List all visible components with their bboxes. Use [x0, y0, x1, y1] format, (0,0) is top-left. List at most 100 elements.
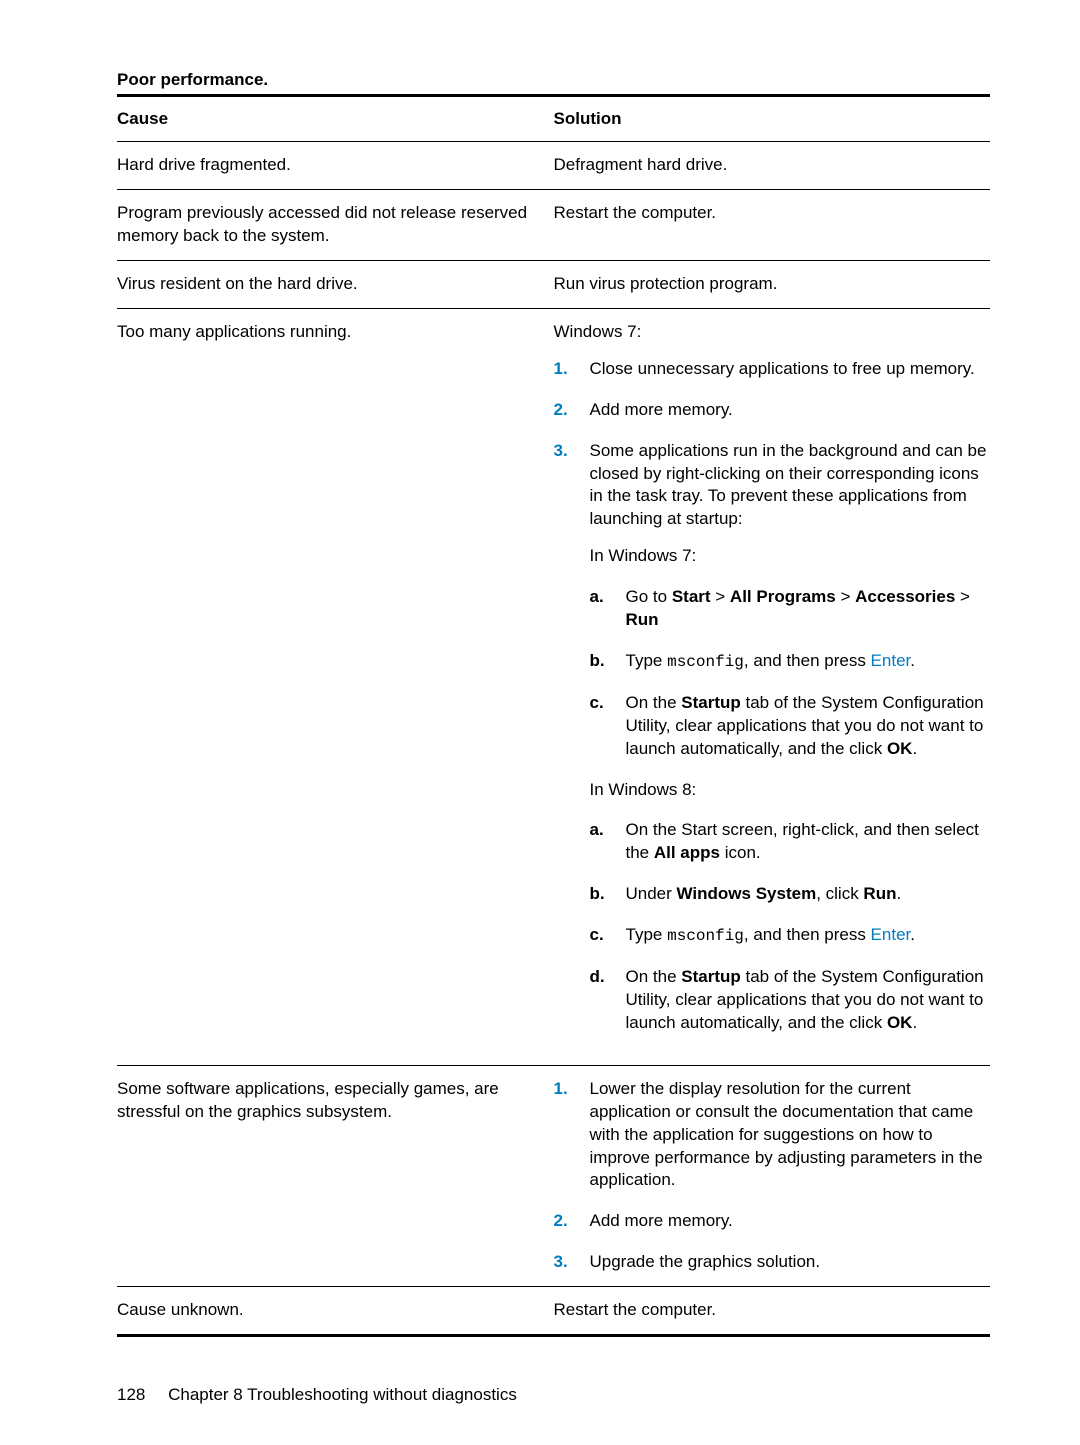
table-row: Cause unknown. Restart the computer.	[117, 1287, 990, 1334]
text-fragment: .	[910, 651, 915, 670]
cause-cell: Program previously accessed did not rele…	[117, 190, 554, 260]
solution-intro: Windows 7:	[554, 321, 991, 344]
table-row: Virus resident on the hard drive. Run vi…	[117, 261, 990, 308]
step-letter: b.	[590, 650, 605, 673]
text-fragment: .	[896, 884, 901, 903]
key-name: Enter	[871, 651, 911, 670]
solution-cell: Defragment hard drive.	[554, 142, 991, 189]
step-number: 2.	[554, 1210, 568, 1233]
step-text: Add more memory.	[590, 400, 733, 419]
text-fragment: >	[836, 587, 855, 606]
text-bold: Startup	[681, 693, 741, 712]
text-fragment: On the	[626, 967, 682, 986]
step-text: Upgrade the graphics solution.	[590, 1252, 821, 1271]
step-number: 2.	[554, 399, 568, 422]
list-item: c. Type msconfig, and then press Enter.	[590, 924, 991, 948]
step-text: Close unnecessary applications to free u…	[590, 359, 975, 378]
step-letter: a.	[590, 586, 604, 609]
step-number: 3.	[554, 1251, 568, 1274]
step-number: 1.	[554, 358, 568, 381]
step-text: Type msconfig, and then press Enter.	[626, 651, 915, 670]
list-item: b. Under Windows System, click Run.	[590, 883, 991, 906]
column-header-solution: Solution	[554, 97, 991, 141]
text-bold: Run	[626, 610, 659, 629]
chapter-title: Chapter 8 Troubleshooting without diagno…	[168, 1385, 517, 1404]
text-fragment: Type	[626, 925, 668, 944]
solution-cell: Windows 7: 1. Close unnecessary applicat…	[554, 309, 991, 1065]
step-letter: b.	[590, 883, 605, 906]
list-item: c. On the Startup tab of the System Conf…	[590, 692, 991, 761]
text-bold: OK	[887, 1013, 913, 1032]
cause-cell: Cause unknown.	[117, 1287, 554, 1334]
text-bold: Start	[672, 587, 711, 606]
text-fragment: , click	[816, 884, 863, 903]
step-text: On the Startup tab of the System Configu…	[626, 967, 984, 1032]
page-footer: 128 Chapter 8 Troubleshooting without di…	[117, 1385, 990, 1405]
step-number: 3.	[554, 440, 568, 463]
step-letter: a.	[590, 819, 604, 842]
os-label: In Windows 8:	[590, 779, 991, 802]
code-text: msconfig	[667, 927, 744, 945]
os-label: In Windows 7:	[590, 545, 991, 568]
table-row: Some software applications, especially g…	[117, 1066, 990, 1287]
divider	[117, 1334, 990, 1337]
text-bold: Startup	[681, 967, 741, 986]
solution-cell: Restart the computer.	[554, 190, 991, 260]
table-row: Program previously accessed did not rele…	[117, 190, 990, 260]
list-item: d. On the Startup tab of the System Conf…	[590, 966, 991, 1035]
solution-cell: Run virus protection program.	[554, 261, 991, 308]
solution-cell: 1. Lower the display resolution for the …	[554, 1066, 991, 1287]
list-item: 3. Some applications run in the backgrou…	[554, 440, 991, 1035]
text-bold: All Programs	[730, 587, 836, 606]
cause-cell: Some software applications, especially g…	[117, 1066, 554, 1287]
cause-cell: Hard drive fragmented.	[117, 142, 554, 189]
key-name: Enter	[871, 925, 911, 944]
text-bold: OK	[887, 739, 913, 758]
list-item: a. On the Start screen, right-click, and…	[590, 819, 991, 865]
table-row: Hard drive fragmented. Defragment hard d…	[117, 142, 990, 189]
solution-cell: Restart the computer.	[554, 1287, 991, 1334]
text-fragment: , and then press	[744, 925, 871, 944]
step-text: Type msconfig, and then press Enter.	[626, 925, 915, 944]
text-fragment: .	[912, 739, 917, 758]
text-fragment: Type	[626, 651, 668, 670]
list-item: b. Type msconfig, and then press Enter.	[590, 650, 991, 674]
list-item: 2. Add more memory.	[554, 1210, 991, 1233]
text-bold: All apps	[654, 843, 720, 862]
step-letter: d.	[590, 966, 605, 989]
text-fragment: .	[910, 925, 915, 944]
step-text: Some applications run in the background …	[590, 441, 987, 529]
text-fragment: , and then press	[744, 651, 871, 670]
step-text: Under Windows System, click Run.	[626, 884, 902, 903]
step-text: On the Start screen, right-click, and th…	[626, 820, 979, 862]
cause-cell: Too many applications running.	[117, 309, 554, 1065]
list-item: a. Go to Start > All Programs > Accessor…	[590, 586, 991, 632]
list-item: 1. Lower the display resolution for the …	[554, 1078, 991, 1193]
step-text: Add more memory.	[590, 1211, 733, 1230]
table-row: Too many applications running. Windows 7…	[117, 309, 990, 1065]
step-text: Lower the display resolution for the cur…	[590, 1079, 983, 1190]
list-item: 2. Add more memory.	[554, 399, 991, 422]
code-text: msconfig	[667, 653, 744, 671]
cause-cell: Virus resident on the hard drive.	[117, 261, 554, 308]
step-number: 1.	[554, 1078, 568, 1101]
text-fragment: Go to	[626, 587, 672, 606]
text-fragment: >	[955, 587, 970, 606]
list-item: 1. Close unnecessary applications to fre…	[554, 358, 991, 381]
text-fragment: Under	[626, 884, 677, 903]
text-bold: Accessories	[855, 587, 955, 606]
text-fragment: .	[912, 1013, 917, 1032]
text-fragment: >	[711, 587, 730, 606]
text-fragment: icon.	[720, 843, 761, 862]
step-text: Go to Start > All Programs > Accessories…	[626, 587, 970, 629]
page-number: 128	[117, 1385, 145, 1405]
troubleshoot-table: Cause Solution Hard drive fragmented. De…	[117, 97, 990, 1337]
text-fragment: On the	[626, 693, 682, 712]
list-item: 3. Upgrade the graphics solution.	[554, 1251, 991, 1274]
text-bold: Windows System	[677, 884, 817, 903]
section-title: Poor performance.	[117, 70, 990, 90]
step-letter: c.	[590, 692, 604, 715]
column-header-cause: Cause	[117, 97, 554, 141]
text-bold: Run	[863, 884, 896, 903]
step-letter: c.	[590, 924, 604, 947]
